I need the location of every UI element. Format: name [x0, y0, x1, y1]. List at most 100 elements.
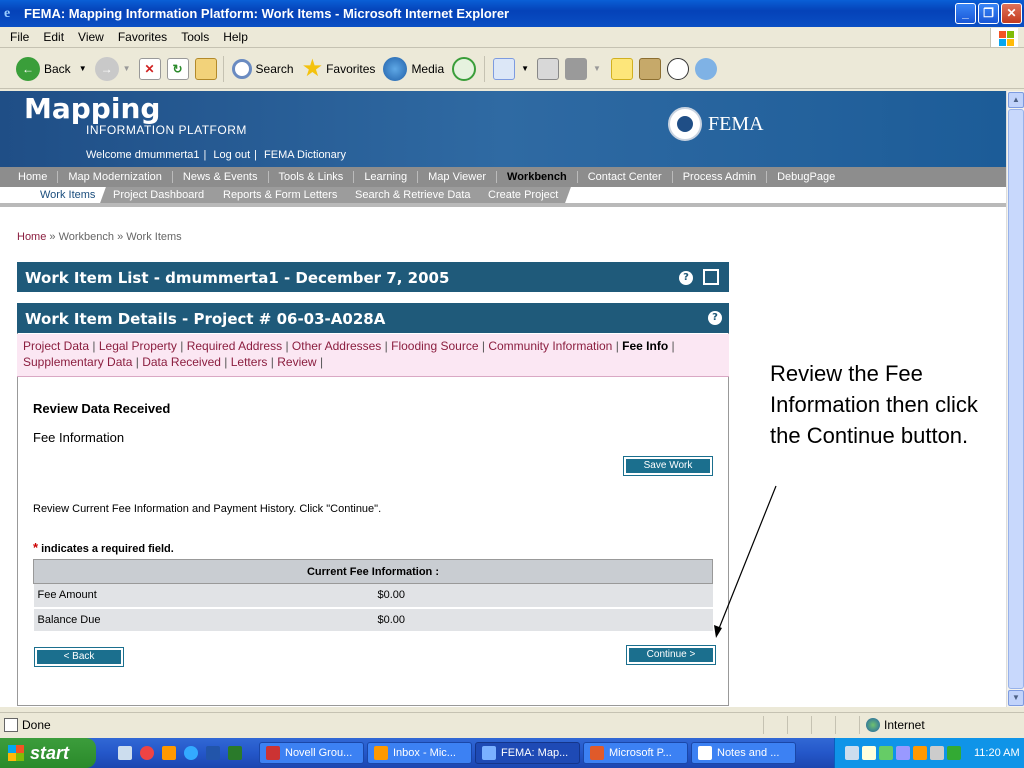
tab-work-items[interactable]: Work Items — [27, 187, 109, 203]
link-data-received[interactable]: Data Received — [142, 355, 221, 369]
nav-contact-center[interactable]: Contact Center — [578, 171, 673, 183]
nav-map-viewer[interactable]: Map Viewer — [418, 171, 498, 183]
tab-search-retrieve-data[interactable]: Search & Retrieve Data — [341, 187, 484, 203]
callout-arrow — [714, 485, 777, 638]
print-icon[interactable] — [537, 57, 560, 80]
task-fema[interactable]: FEMA: Map... — [475, 742, 580, 764]
favorites-button[interactable]: ★ Favorites — [302, 54, 376, 83]
search-button[interactable]: Search — [231, 58, 294, 79]
tray-icon[interactable] — [930, 746, 944, 760]
breadcrumb-home[interactable]: Home — [17, 231, 46, 243]
quicklaunch-icon[interactable] — [118, 746, 132, 760]
menu-edit[interactable]: Edit — [43, 30, 64, 44]
save-work-button[interactable]: Save Work — [623, 456, 713, 476]
link-legal-property[interactable]: Legal Property — [99, 339, 177, 353]
restore-button[interactable]: ❐ — [978, 3, 999, 24]
quicklaunch-icon[interactable] — [162, 746, 176, 760]
required-star: * — [33, 540, 39, 555]
research-icon[interactable] — [638, 57, 661, 80]
site-logo-title[interactable]: Mapping — [24, 92, 160, 125]
excel-icon[interactable] — [228, 746, 242, 760]
menu-help[interactable]: Help — [223, 30, 248, 44]
nav-workbench[interactable]: Workbench — [497, 171, 578, 183]
back-arrow-icon: ← — [16, 56, 40, 81]
media-button[interactable]: Media — [383, 56, 444, 81]
link-required-address[interactable]: Required Address — [187, 339, 282, 353]
tray-icon[interactable] — [862, 746, 876, 760]
link-letters[interactable]: Letters — [231, 355, 268, 369]
fema-logo: FEMA — [668, 107, 764, 141]
mail-icon[interactable] — [493, 57, 516, 80]
page-icon — [4, 717, 18, 732]
tray-icon[interactable] — [896, 746, 910, 760]
task-powerpoint[interactable]: Microsoft P... — [583, 742, 688, 764]
word-icon[interactable] — [206, 746, 220, 760]
task-novell[interactable]: Novell Grou... — [259, 742, 364, 764]
chevron-down-icon[interactable]: ▼ — [79, 64, 87, 73]
chevron-down-icon[interactable]: ▼ — [123, 64, 131, 73]
nav-learning[interactable]: Learning — [354, 171, 419, 183]
ie-toolbar: ← Back ▼ → ▼ ✕ ↻ Search ★ Favorites Medi… — [0, 49, 1024, 89]
work-item-list-bar[interactable]: Work Item List - dmummerta1 - December 7… — [17, 262, 729, 292]
menu-tools[interactable]: Tools — [181, 30, 209, 44]
back-button[interactable]: ← Back ▼ — [16, 56, 87, 81]
zone-text: Internet — [884, 717, 925, 732]
powerpoint-icon — [590, 746, 604, 760]
task-inbox[interactable]: Inbox - Mic... — [367, 742, 472, 764]
dictionary-link[interactable]: FEMA Dictionary — [264, 149, 346, 161]
tray-icon[interactable] — [913, 746, 927, 760]
link-review[interactable]: Review — [277, 355, 316, 369]
tray-icon[interactable] — [947, 746, 961, 760]
scroll-down-icon[interactable]: ▼ — [1008, 690, 1024, 706]
menu-file[interactable]: File — [10, 30, 29, 44]
restore-window-icon[interactable] — [703, 269, 719, 285]
history-icon[interactable] — [452, 56, 477, 81]
scroll-up-icon[interactable]: ▲ — [1008, 92, 1024, 108]
chevron-down-icon[interactable]: ▼ — [521, 64, 529, 73]
contacts-icon[interactable] — [694, 57, 717, 80]
menu-favorites[interactable]: Favorites — [118, 30, 167, 44]
nav-tools-links[interactable]: Tools & Links — [269, 171, 355, 183]
logout-link[interactable]: Log out — [213, 149, 250, 161]
nav-news-events[interactable]: News & Events — [173, 171, 269, 183]
link-project-data[interactable]: Project Data — [23, 339, 89, 353]
link-fee-info[interactable]: Fee Info — [622, 339, 668, 353]
continue-button[interactable]: Continue > — [626, 645, 716, 665]
tab-create-project[interactable]: Create Project — [475, 187, 572, 203]
nav-debug-page[interactable]: DebugPage — [767, 171, 845, 183]
tab-reports-form-letters[interactable]: Reports & Form Letters — [209, 187, 350, 203]
fee-table: Current Fee Information : Fee Amount $0.… — [33, 559, 713, 633]
stop-icon[interactable]: ✕ — [138, 57, 161, 80]
link-supplementary-data[interactable]: Supplementary Data — [23, 355, 132, 369]
quicklaunch-icon[interactable] — [140, 746, 154, 760]
work-item-details-title: Work Item Details - Project # 06-03-A028… — [25, 310, 386, 328]
minimize-button[interactable]: _ — [955, 3, 976, 24]
link-flooding-source[interactable]: Flooding Source — [391, 339, 478, 353]
scroll-thumb[interactable] — [1008, 109, 1024, 689]
tab-project-dashboard[interactable]: Project Dashboard — [100, 187, 218, 203]
note-icon[interactable] — [610, 57, 633, 80]
start-button[interactable]: start — [0, 738, 96, 768]
help-icon[interactable]: ? — [708, 311, 722, 325]
help-icon[interactable]: ? — [679, 271, 693, 285]
forward-button[interactable]: → ▼ — [94, 56, 131, 81]
refresh-icon[interactable]: ↻ — [166, 57, 189, 80]
nav-home[interactable]: Home — [8, 171, 59, 183]
quicklaunch-icon[interactable] — [184, 746, 198, 760]
messenger-icon[interactable] — [666, 57, 689, 80]
nav-process-admin[interactable]: Process Admin — [673, 171, 768, 183]
close-button[interactable]: ✕ — [1001, 3, 1022, 24]
link-other-addresses[interactable]: Other Addresses — [292, 339, 381, 353]
tray-icon[interactable] — [879, 746, 893, 760]
back-page-button[interactable]: < Back — [34, 647, 124, 667]
menu-view[interactable]: View — [78, 30, 104, 44]
link-community-information[interactable]: Community Information — [488, 339, 612, 353]
nav-map-modernization[interactable]: Map Modernization — [58, 171, 173, 183]
vertical-scrollbar[interactable]: ▲ ▼ — [1006, 91, 1024, 707]
edit-icon[interactable] — [565, 57, 588, 80]
chevron-down-icon[interactable]: ▼ — [593, 64, 601, 73]
home-icon[interactable] — [194, 57, 217, 80]
clock[interactable]: 11:20 AM — [974, 747, 1020, 759]
task-notes[interactable]: Notes and ... — [691, 742, 796, 764]
tray-icon[interactable] — [845, 746, 859, 760]
